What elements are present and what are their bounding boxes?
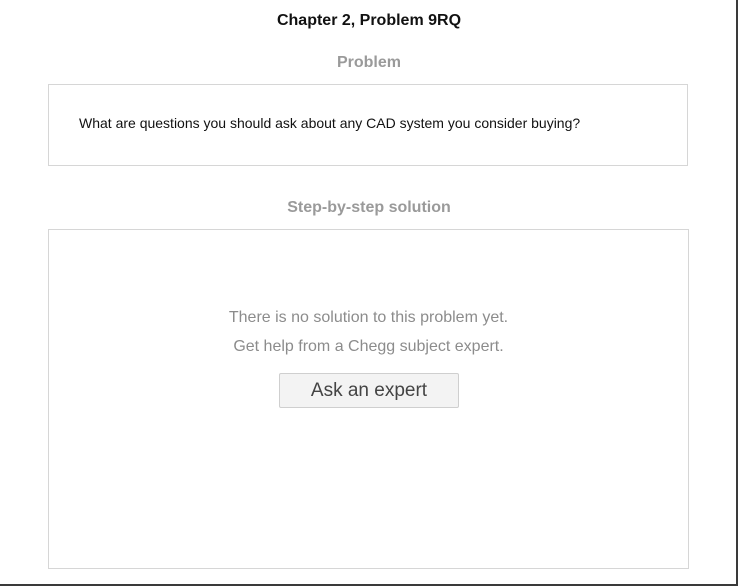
problem-box: What are questions you should ask about … <box>48 84 688 166</box>
page-title: Chapter 2, Problem 9RQ <box>276 12 462 29</box>
get-help-message: Get help from a Chegg subject expert. <box>233 338 504 355</box>
no-solution-message: There is no solution to this problem yet… <box>228 309 509 326</box>
problem-text: What are questions you should ask about … <box>79 115 581 131</box>
ask-expert-button[interactable]: Ask an expert <box>279 373 459 408</box>
problem-heading: Problem <box>336 54 401 71</box>
solution-box: There is no solution to this problem yet… <box>48 229 689 569</box>
solution-heading: Step-by-step solution <box>287 199 451 216</box>
